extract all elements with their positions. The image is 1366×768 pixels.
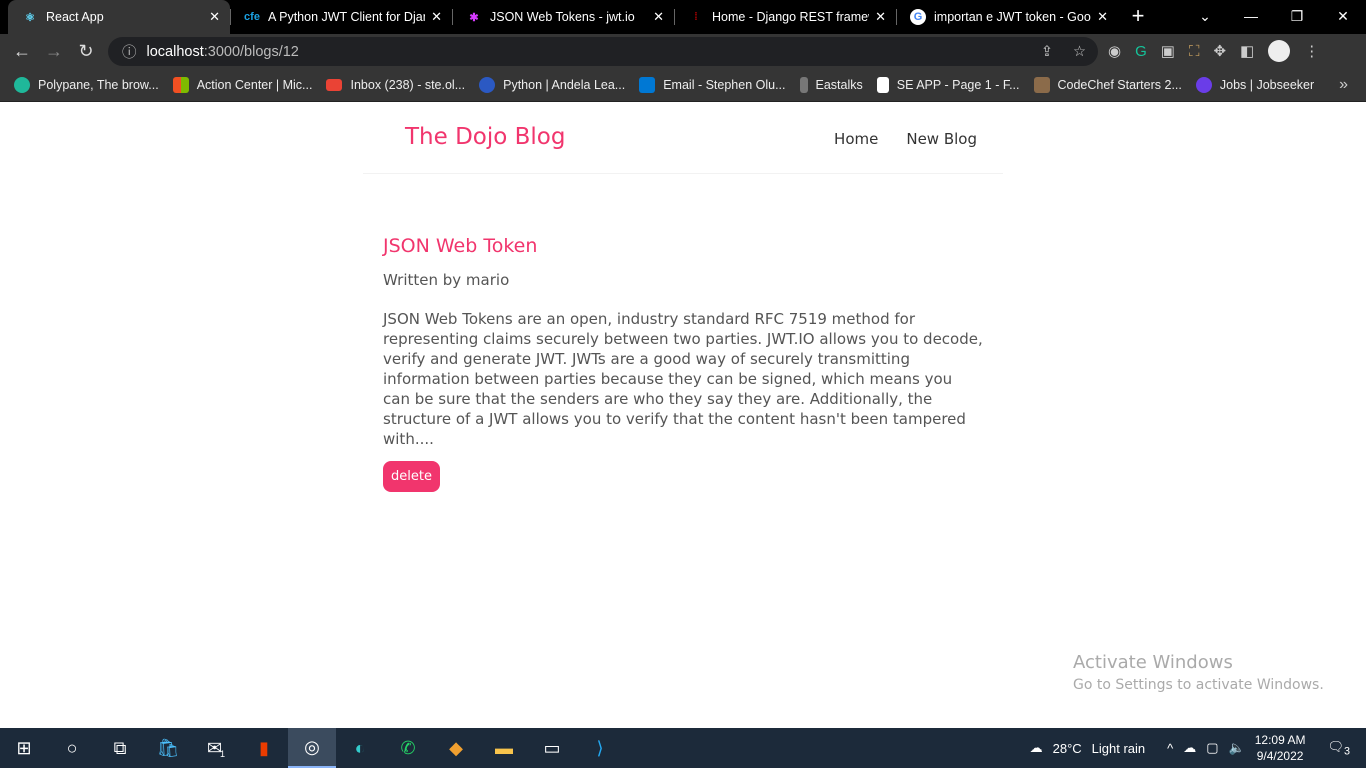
bookmark[interactable]: Eastalks (799, 76, 863, 93)
start-button[interactable]: ⊞ (0, 728, 48, 768)
taskbar: ⊞ ○ ⧉ 🛍 ✉ 1 ▮ ◎ ◐ ✆ ◆ ▬ ▭ ⟩ ☁ 28°C Light … (0, 728, 1366, 768)
close-tab-icon[interactable]: ✕ (875, 9, 886, 25)
reload-button[interactable]: ↻ (70, 41, 102, 62)
blog-body: JSON Web Tokens are an open, industry st… (383, 310, 983, 448)
microsoft-icon (172, 76, 189, 93)
bookmark[interactable]: Inbox (238) - ste.ol... (326, 78, 465, 92)
polypane-icon (14, 76, 30, 93)
tab-jwt-io[interactable]: ✱ JSON Web Tokens - jwt.io ✕ (452, 0, 674, 34)
bookmarks-bar: Polypane, The brow... Action Center | Mi… (0, 68, 1366, 102)
tab-python-jwt[interactable]: cfeA Python JWT Client for Django✕ (230, 0, 452, 34)
menu-icon[interactable]: ⋮ (1304, 42, 1319, 60)
grammarly-icon[interactable]: G (1135, 43, 1147, 60)
new-tab-button[interactable]: + (1118, 0, 1158, 34)
close-tab-icon[interactable]: ✕ (209, 9, 220, 25)
whatsapp-icon[interactable]: ✆ (384, 728, 432, 768)
nav-home-link[interactable]: Home (834, 130, 878, 148)
tab-search-icon[interactable]: ⌄ (1182, 0, 1228, 32)
terminal-icon[interactable]: ▭ (528, 728, 576, 768)
edge-icon[interactable]: ◐ (336, 728, 384, 768)
gmail-icon (326, 78, 343, 91)
chrome-icon[interactable]: ◎ (288, 728, 336, 768)
eastalks-icon (799, 76, 808, 93)
jwt-icon: ✱ (469, 11, 479, 24)
restore-button[interactable]: ❐ (1274, 0, 1320, 32)
bookmark[interactable]: Jobs | Jobseeker (1195, 76, 1314, 93)
mail-icon[interactable]: ✉ 1 (192, 728, 240, 768)
drf-icon: ⁞ (694, 11, 698, 23)
blog-details: JSON Web Token Written by mario JSON Web… (383, 235, 983, 492)
close-tab-icon[interactable]: ✕ (653, 9, 664, 25)
tab-strip: ⚛ React App ✕ cfe A Python JWT Client for D… (0, 0, 1366, 34)
search-icon[interactable]: ○ (48, 728, 96, 768)
side-panel-icon[interactable]: ◧ (1240, 42, 1254, 60)
browser-toolbar: ← → ↻ ⓘ localhost:3000/blogs/12 ⇪ ☆ ◉ G ▣… (0, 34, 1366, 68)
bookmark[interactable]: Action Center | Mic... (172, 76, 312, 93)
weather-icon[interactable]: ☁ (1030, 740, 1043, 756)
bookmark[interactable]: Polypane, The brow... (14, 76, 159, 93)
blog-author: Written by mario (383, 271, 510, 289)
site-brand: The Dojo Blog (405, 124, 566, 150)
onedrive-icon[interactable]: ☁ (1183, 740, 1196, 756)
meet-now-icon[interactable]: ▢ (1206, 740, 1218, 756)
bookmark[interactable]: CodeChef Starters 2... (1033, 76, 1182, 93)
bookmark[interactable]: Email - Stephen Olu... (639, 76, 786, 93)
weather-text[interactable]: Light rain (1092, 741, 1145, 756)
office-icon[interactable]: ▮ (240, 728, 288, 768)
profile-avatar[interactable] (1268, 40, 1291, 62)
close-window-button[interactable]: ✕ (1320, 0, 1366, 32)
address-bar[interactable]: ⓘ localhost:3000/blogs/12 ⇪ ☆ (108, 37, 1098, 66)
jobseeker-icon (1195, 76, 1212, 93)
outlook-icon (639, 76, 656, 93)
puzzle-extensions-icon[interactable]: ✥ (1213, 42, 1226, 60)
more-bookmarks-icon[interactable]: » (1339, 76, 1348, 94)
vscode-icon[interactable]: ⟩ (576, 728, 624, 768)
tab-google[interactable]: Gimportan e JWT token - Google ✕ (896, 0, 1118, 34)
notifications-icon[interactable]: 🗨3 (1327, 739, 1350, 758)
page-viewport: The Dojo Blog Home New Blog JSON Web Tok… (0, 102, 1366, 728)
bookmark[interactable]: Python | Andela Lea... (479, 76, 625, 93)
delete-button[interactable]: delete (383, 461, 440, 492)
page-icon (876, 76, 889, 93)
minimize-button[interactable]: — (1228, 0, 1274, 32)
share-icon[interactable]: ⇪ (1041, 44, 1053, 60)
extension-avatar-icon[interactable]: ◉ (1108, 42, 1121, 60)
bookmark[interactable]: SE APP - Page 1 - F... (876, 76, 1020, 93)
forward-button[interactable]: → (38, 41, 70, 62)
task-view-icon[interactable]: ⧉ (96, 728, 144, 768)
camera-icon[interactable]: ▣ (1161, 42, 1175, 60)
cfe-icon: cfe (244, 11, 260, 23)
git-icon[interactable]: ◆ (432, 728, 480, 768)
volume-icon[interactable]: 🔈 (1229, 740, 1245, 756)
screenshot-icon[interactable]: ⛶ (1189, 43, 1200, 60)
react-icon: ⚛ (25, 11, 35, 24)
andela-icon (479, 76, 496, 93)
navbar: The Dojo Blog Home New Blog (363, 102, 1003, 174)
close-tab-icon[interactable]: ✕ (431, 9, 442, 25)
blog-title: JSON Web Token (383, 235, 538, 257)
info-icon[interactable]: ⓘ (122, 41, 137, 62)
activate-windows-watermark: Activate Windows Go to Settings to activ… (1073, 652, 1324, 693)
back-button[interactable]: ← (6, 41, 38, 62)
store-icon[interactable]: 🛍 (144, 728, 192, 768)
chevron-up-icon[interactable]: ^ (1167, 741, 1173, 756)
clock[interactable]: 12:09 AM 9/4/2022 (1255, 732, 1306, 764)
tab-react-app[interactable]: ⚛ React App ✕ (8, 0, 230, 34)
google-icon: G (910, 9, 926, 25)
codechef-icon (1033, 76, 1050, 93)
star-icon[interactable]: ☆ (1073, 44, 1086, 60)
nav-new-blog-link[interactable]: New Blog (906, 130, 977, 148)
close-tab-icon[interactable]: ✕ (1097, 9, 1108, 25)
file-explorer-icon[interactable]: ▬ (480, 728, 528, 768)
tab-django-rest[interactable]: ⁞Home - Django REST framework✕ (674, 0, 896, 34)
